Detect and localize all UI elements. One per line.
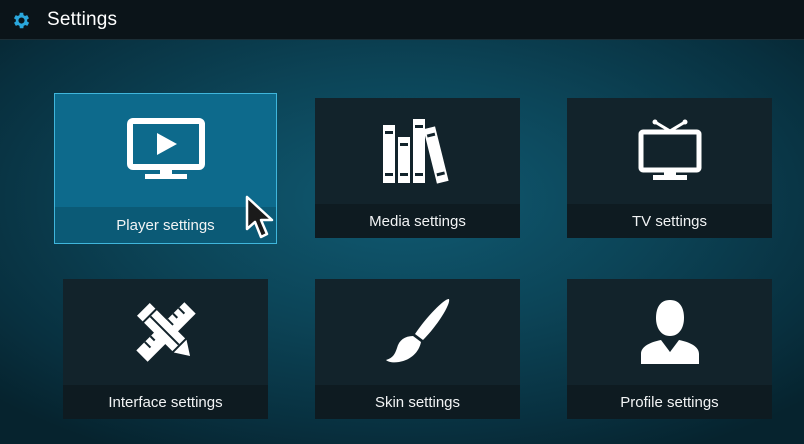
tv-antenna-icon [638, 119, 701, 180]
tile-profile-settings[interactable]: Profile settings [567, 279, 772, 419]
user-profile-icon [640, 300, 699, 364]
mouse-pointer-icon [245, 195, 274, 239]
tile-media-settings[interactable]: Media settings [315, 98, 520, 238]
header-bar: Settings [0, 0, 804, 40]
tile-label: Player settings [116, 216, 215, 234]
tile-label: Media settings [369, 212, 466, 230]
pencil-ruler-icon [135, 302, 196, 362]
tile-label: TV settings [631, 212, 708, 230]
tile-label: Interface settings [108, 393, 223, 411]
monitor-play-icon [126, 118, 205, 179]
paintbrush-icon [385, 298, 449, 363]
page-title: Settings [47, 9, 118, 30]
tile-interface-settings[interactable]: Interface settings [63, 279, 268, 419]
tile-tv-settings[interactable]: TV settings [567, 98, 772, 238]
tile-label: Profile settings [620, 393, 719, 411]
tile-skin-settings[interactable]: Skin settings [315, 279, 520, 419]
gear-icon[interactable] [11, 10, 32, 31]
books-icon [382, 119, 449, 184]
tile-label: Skin settings [374, 393, 461, 411]
